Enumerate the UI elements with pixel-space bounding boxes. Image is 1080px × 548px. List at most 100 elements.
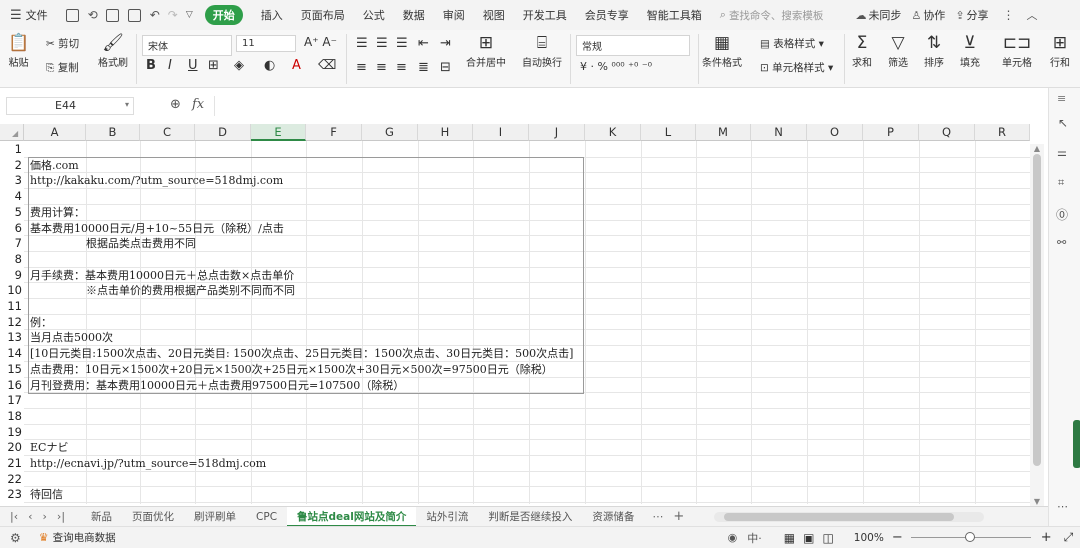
- column-header-d[interactable]: D: [195, 124, 251, 141]
- underline-icon[interactable]: U: [188, 58, 198, 73]
- cell-row-13[interactable]: 当月点击5000次: [30, 330, 113, 345]
- row-header-7[interactable]: 7: [0, 236, 24, 250]
- undo-icon[interactable]: ↶: [150, 8, 160, 22]
- column-header-g[interactable]: G: [362, 124, 418, 141]
- italic-icon[interactable]: I: [168, 58, 172, 73]
- row-header-21[interactable]: 21: [0, 456, 24, 470]
- macro-icon[interactable]: ⚙: [10, 531, 21, 545]
- row-header-18[interactable]: 18: [0, 409, 24, 423]
- save-icon[interactable]: [65, 8, 79, 22]
- cut-button[interactable]: ✂ 剪切: [46, 36, 79, 51]
- format-painter-button[interactable]: 🖌 格式刷: [98, 32, 128, 69]
- cell-row-7[interactable]: 根据品类点击费用不同: [86, 236, 196, 251]
- cell-row-20[interactable]: ECナビ: [30, 440, 68, 455]
- row-header-16[interactable]: 16: [0, 378, 24, 392]
- row-header-23[interactable]: 23: [0, 487, 24, 501]
- name-box[interactable]: E44 ▾: [6, 97, 134, 115]
- zoom-slider-thumb[interactable]: [964, 532, 975, 542]
- conditional-format-button[interactable]: ▦ 条件格式: [702, 32, 742, 69]
- sheet-tab-traffic[interactable]: 站外引流: [416, 507, 478, 527]
- collab-button[interactable]: 协作: [923, 7, 945, 23]
- align-middle-icon[interactable]: ☰: [376, 36, 388, 51]
- column-header-k[interactable]: K: [585, 124, 641, 141]
- cell-row-21[interactable]: http://ecnavi.jp/?utm_source=518dmj.com: [30, 456, 266, 471]
- row-header-8[interactable]: 8: [0, 252, 24, 266]
- table-style-button[interactable]: ▤ 表格样式 ▾: [760, 36, 824, 51]
- column-header-a[interactable]: A: [24, 124, 86, 141]
- row-header-19[interactable]: 19: [0, 425, 24, 439]
- align-left-icon[interactable]: ≡: [356, 60, 367, 75]
- tab-review[interactable]: 审阅: [443, 7, 465, 23]
- cell-row-2[interactable]: 価格.com: [30, 158, 79, 173]
- cell-row-3[interactable]: http://kakaku.com/?utm_source=518dmj.com: [30, 173, 283, 188]
- sum-button[interactable]: Σ 求和: [852, 32, 872, 69]
- cell-row-16[interactable]: 月刊登费用：基本费用10000日元＋点击费用97500日元=107500（除税）: [30, 378, 404, 393]
- row-header-3[interactable]: 3: [0, 173, 24, 187]
- column-header-n[interactable]: N: [751, 124, 807, 141]
- row-header-22[interactable]: 22: [0, 472, 24, 486]
- zoom-in-icon[interactable]: +: [1041, 530, 1052, 545]
- font-color-icon[interactable]: A: [292, 58, 301, 73]
- tab-data[interactable]: 数据: [403, 7, 425, 23]
- status-app-label[interactable]: 查询电商数据: [53, 530, 116, 545]
- distribute-icon[interactable]: ⊟: [440, 60, 451, 75]
- more-sheets-icon[interactable]: ⋯: [652, 510, 663, 523]
- fullscreen-icon[interactable]: ⤢: [1064, 530, 1074, 545]
- undo-history-icon[interactable]: ⟲: [88, 8, 98, 22]
- cell-row-15[interactable]: 点击费用：10日元×1500次+20日元×1500次+25日元×1500次+30…: [30, 362, 553, 377]
- prev-sheet-icon[interactable]: ‹: [28, 510, 32, 523]
- sheet-tab-reviews[interactable]: 刷评刷单: [184, 507, 246, 527]
- fill-color-icon[interactable]: ◈: [234, 58, 244, 73]
- sidebar-more-icon[interactable]: ⋯: [1057, 500, 1068, 513]
- sheet-tab-deal-sites[interactable]: 鲁站点deal网站及简介: [287, 506, 417, 527]
- column-header-l[interactable]: L: [641, 124, 696, 141]
- row-header-10[interactable]: 10: [0, 283, 24, 297]
- column-header-c[interactable]: C: [140, 124, 195, 141]
- indent-increase-icon[interactable]: ⇥: [440, 36, 451, 51]
- merge-center-button[interactable]: ⊞ 合并居中: [466, 32, 506, 69]
- command-search[interactable]: 查找命令、搜索模板: [729, 8, 824, 23]
- tab-home[interactable]: 开始: [204, 5, 243, 25]
- share-image-icon[interactable]: ⚯: [1057, 236, 1066, 249]
- zoom-level[interactable]: 100%: [854, 532, 884, 544]
- horizontal-scrollbar[interactable]: [714, 511, 985, 522]
- row-header-12[interactable]: 12: [0, 315, 24, 329]
- horizontal-scroll-thumb[interactable]: [724, 512, 955, 521]
- tab-developer[interactable]: 开发工具: [523, 7, 567, 23]
- filter-button[interactable]: ▽ 筛选: [888, 32, 908, 69]
- row-header-1[interactable]: 1: [0, 142, 24, 156]
- row-header-17[interactable]: 17: [0, 393, 24, 407]
- column-header-j[interactable]: J: [529, 124, 585, 141]
- column-header-e[interactable]: E: [251, 124, 306, 141]
- row-header-15[interactable]: 15: [0, 362, 24, 376]
- collapse-ribbon-icon[interactable]: ︿: [1027, 7, 1038, 23]
- wrap-text-button[interactable]: ⌸ 自动换行: [522, 32, 562, 69]
- zoom-out-icon[interactable]: −: [892, 530, 903, 545]
- cell-row-5[interactable]: 费用计算：: [30, 205, 85, 220]
- tab-insert[interactable]: 插入: [261, 7, 283, 23]
- bold-icon[interactable]: B: [146, 58, 156, 73]
- column-header-m[interactable]: M: [696, 124, 751, 141]
- sheet-tab-continue[interactable]: 判断是否继续投入: [478, 507, 582, 527]
- eye-protect-icon[interactable]: ◉: [728, 531, 738, 544]
- tab-page-layout[interactable]: 页面布局: [301, 7, 345, 23]
- paste-button[interactable]: 📋 粘贴: [8, 32, 29, 69]
- row-header-13[interactable]: 13: [0, 330, 24, 344]
- clear-format-icon[interactable]: ⌫: [318, 58, 336, 73]
- cell-row-12[interactable]: 例：: [30, 315, 52, 330]
- sheet-tab-cpc[interactable]: CPC: [246, 507, 287, 527]
- align-right-icon[interactable]: ≡: [396, 60, 407, 75]
- column-header-i[interactable]: I: [473, 124, 529, 141]
- align-bottom-icon[interactable]: ☰: [396, 36, 408, 51]
- column-header-q[interactable]: Q: [919, 124, 975, 141]
- share-button[interactable]: 分享: [967, 7, 989, 23]
- more-icon[interactable]: ⋮: [1003, 8, 1015, 22]
- sheet-tab-new[interactable]: 新品: [81, 507, 122, 527]
- spreadsheet-grid[interactable]: ◢ ABCDEFGHIJKLMNOPQR 1 2 3 4 5 6 7 8 9 10 11 12 13 14…: [0, 124, 1030, 504]
- select-cursor-icon[interactable]: ↖: [1058, 116, 1068, 130]
- align-center-icon[interactable]: ≡: [376, 60, 387, 75]
- print-icon[interactable]: [105, 8, 119, 22]
- cell-row-6[interactable]: 基本费用10000日元/月+10~55日元（除税）/点击: [30, 221, 284, 236]
- row-header-20[interactable]: 20: [0, 440, 24, 454]
- file-menu[interactable]: 文件: [26, 7, 48, 23]
